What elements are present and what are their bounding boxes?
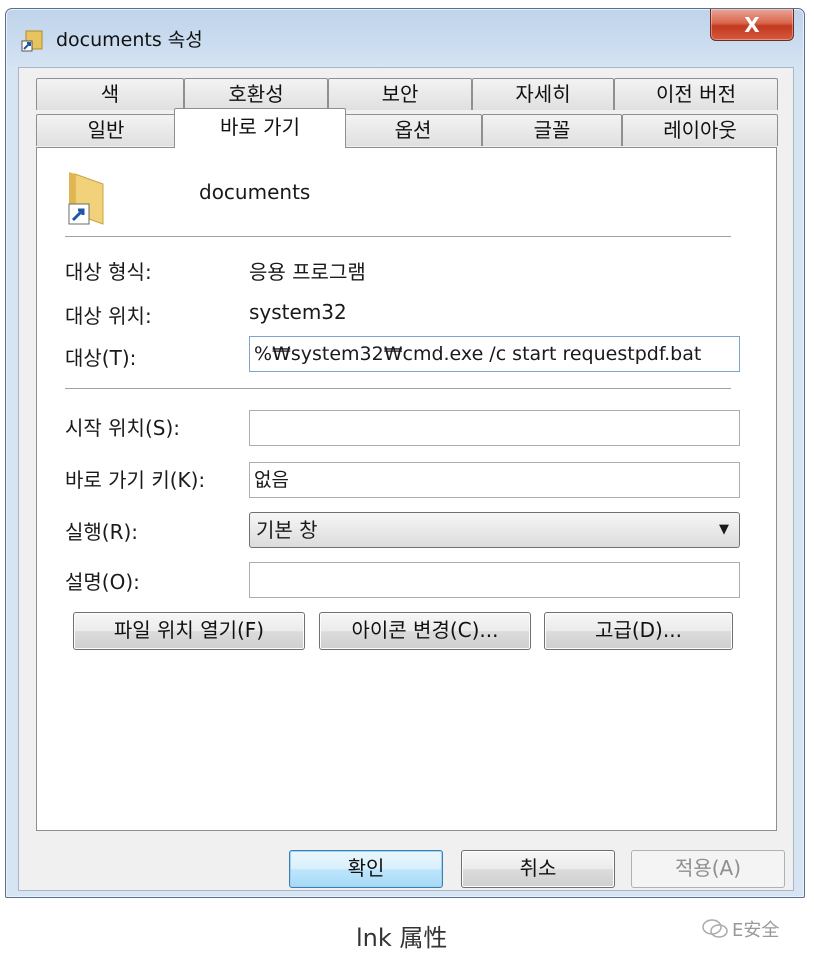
- start-in-label: 시작 위치(S):: [65, 416, 180, 440]
- shortcut-icon: [21, 30, 43, 52]
- title-bar[interactable]: documents 속성 X: [6, 9, 804, 61]
- tab-general[interactable]: 일반: [36, 114, 176, 146]
- properties-window: documents 속성 X 색 호환성 보안 자세히 이전 버전 일반 바로 …: [5, 8, 805, 898]
- shortcut-panel: documents 대상 형식: 응용 프로그램 대상 위치: system32…: [36, 147, 777, 831]
- run-select[interactable]: 기본 창 ▼: [249, 512, 740, 548]
- folder-shortcut-icon: [68, 172, 104, 225]
- tab-shortcut[interactable]: 바로 가기: [174, 108, 346, 148]
- tab-layout[interactable]: 레이아웃: [622, 114, 778, 146]
- shortcut-name: documents: [199, 180, 311, 204]
- target-type-label: 대상 형식:: [65, 260, 152, 284]
- tab-compatibility[interactable]: 호환성: [184, 78, 328, 110]
- open-file-location-button[interactable]: 파일 위치 열기(F): [73, 612, 305, 650]
- ok-button[interactable]: 확인: [289, 850, 443, 888]
- comment-input[interactable]: [249, 562, 740, 598]
- advanced-button[interactable]: 고급(D)...: [544, 612, 733, 650]
- tab-color[interactable]: 색: [36, 78, 184, 110]
- tab-previous-versions[interactable]: 이전 버전: [614, 78, 778, 110]
- tab-options[interactable]: 옵션: [344, 114, 482, 146]
- start-in-input[interactable]: [249, 410, 740, 446]
- target-location-value: system32: [249, 300, 347, 324]
- figure-caption: lnk 属性: [356, 924, 448, 952]
- shortcut-key-label: 바로 가기 키(K):: [65, 468, 206, 492]
- watermark: E安全: [702, 916, 779, 942]
- window-title: documents 속성: [56, 29, 203, 51]
- comment-label: 설명(O):: [65, 570, 140, 594]
- apply-button[interactable]: 적용(A): [631, 850, 785, 888]
- dialog-body: 색 호환성 보안 자세히 이전 버전 일반 바로 가기 옵션 글꼴 레이아웃 d…: [18, 67, 794, 891]
- tab-details[interactable]: 자세히: [472, 78, 614, 110]
- separator: [65, 236, 731, 238]
- dropdown-arrow-icon: ▼: [719, 522, 729, 537]
- shortcut-key-input[interactable]: 없음: [249, 462, 740, 498]
- separator: [65, 388, 731, 390]
- watermark-text: E安全: [732, 920, 780, 941]
- tab-font[interactable]: 글꼴: [482, 114, 622, 146]
- change-icon-button[interactable]: 아이콘 변경(C)...: [319, 612, 531, 650]
- cancel-button[interactable]: 취소: [461, 850, 615, 888]
- target-location-label: 대상 위치:: [65, 304, 152, 328]
- run-label: 실행(R):: [65, 520, 139, 544]
- target-input[interactable]: %₩system32₩cmd.exe /c start requestpdf.b…: [249, 336, 740, 372]
- run-select-value: 기본 창: [256, 518, 318, 542]
- close-button[interactable]: X: [710, 9, 794, 41]
- tab-security[interactable]: 보안: [328, 78, 472, 110]
- wechat-icon: [702, 919, 728, 938]
- target-label: 대상(T):: [65, 346, 137, 370]
- target-type-value: 응용 프로그램: [249, 260, 366, 284]
